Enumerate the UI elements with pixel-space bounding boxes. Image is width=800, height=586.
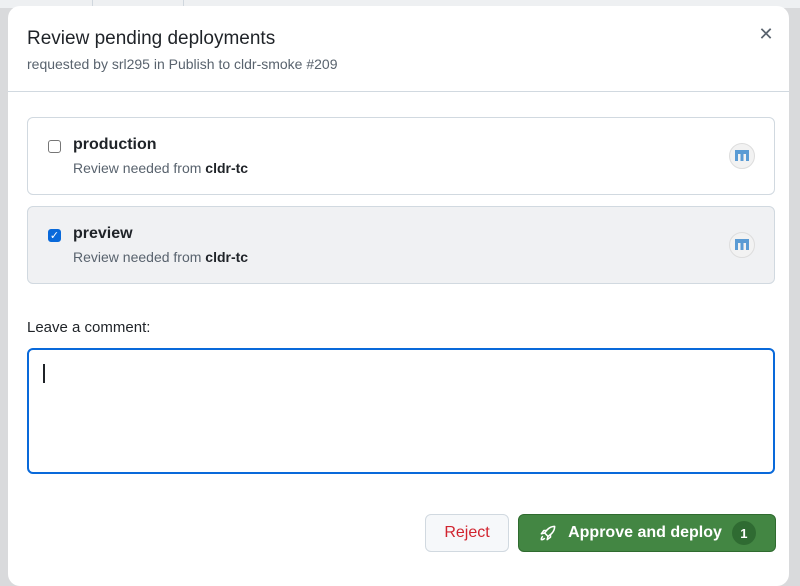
- checkbox-preview[interactable]: ✓: [48, 229, 61, 242]
- environment-name: preview: [73, 225, 133, 242]
- avatar: [729, 143, 755, 169]
- review-needed: Review needed from cldr-tc: [73, 249, 249, 265]
- divider: [8, 91, 789, 92]
- comment-textarea[interactable]: [27, 348, 775, 474]
- review-deployments-dialog: Review pending deployments requested by …: [8, 6, 789, 586]
- count-badge: 1: [731, 521, 756, 545]
- approve-label: Approve and deploy: [568, 524, 722, 541]
- text-caret: [43, 364, 45, 383]
- rocket-icon: [540, 525, 556, 541]
- review-needed: Review needed from cldr-tc: [73, 160, 249, 176]
- close-icon[interactable]: ✕: [756, 24, 776, 44]
- reject-button[interactable]: Reject: [425, 514, 509, 552]
- approve-and-deploy-button[interactable]: Approve and deploy 1: [518, 514, 776, 552]
- dialog-title: Review pending deployments: [27, 28, 276, 49]
- environment-preview[interactable]: ✓ preview Review needed from cldr-tc: [27, 206, 775, 284]
- checkbox-production[interactable]: [48, 140, 61, 153]
- dialog-subtitle: requested by srl295 in Publish to cldr-s…: [27, 56, 338, 72]
- environment-production[interactable]: production Review needed from cldr-tc: [27, 117, 775, 195]
- comment-label: Leave a comment:: [27, 319, 151, 336]
- avatar: [729, 232, 755, 258]
- environment-name: production: [73, 136, 157, 153]
